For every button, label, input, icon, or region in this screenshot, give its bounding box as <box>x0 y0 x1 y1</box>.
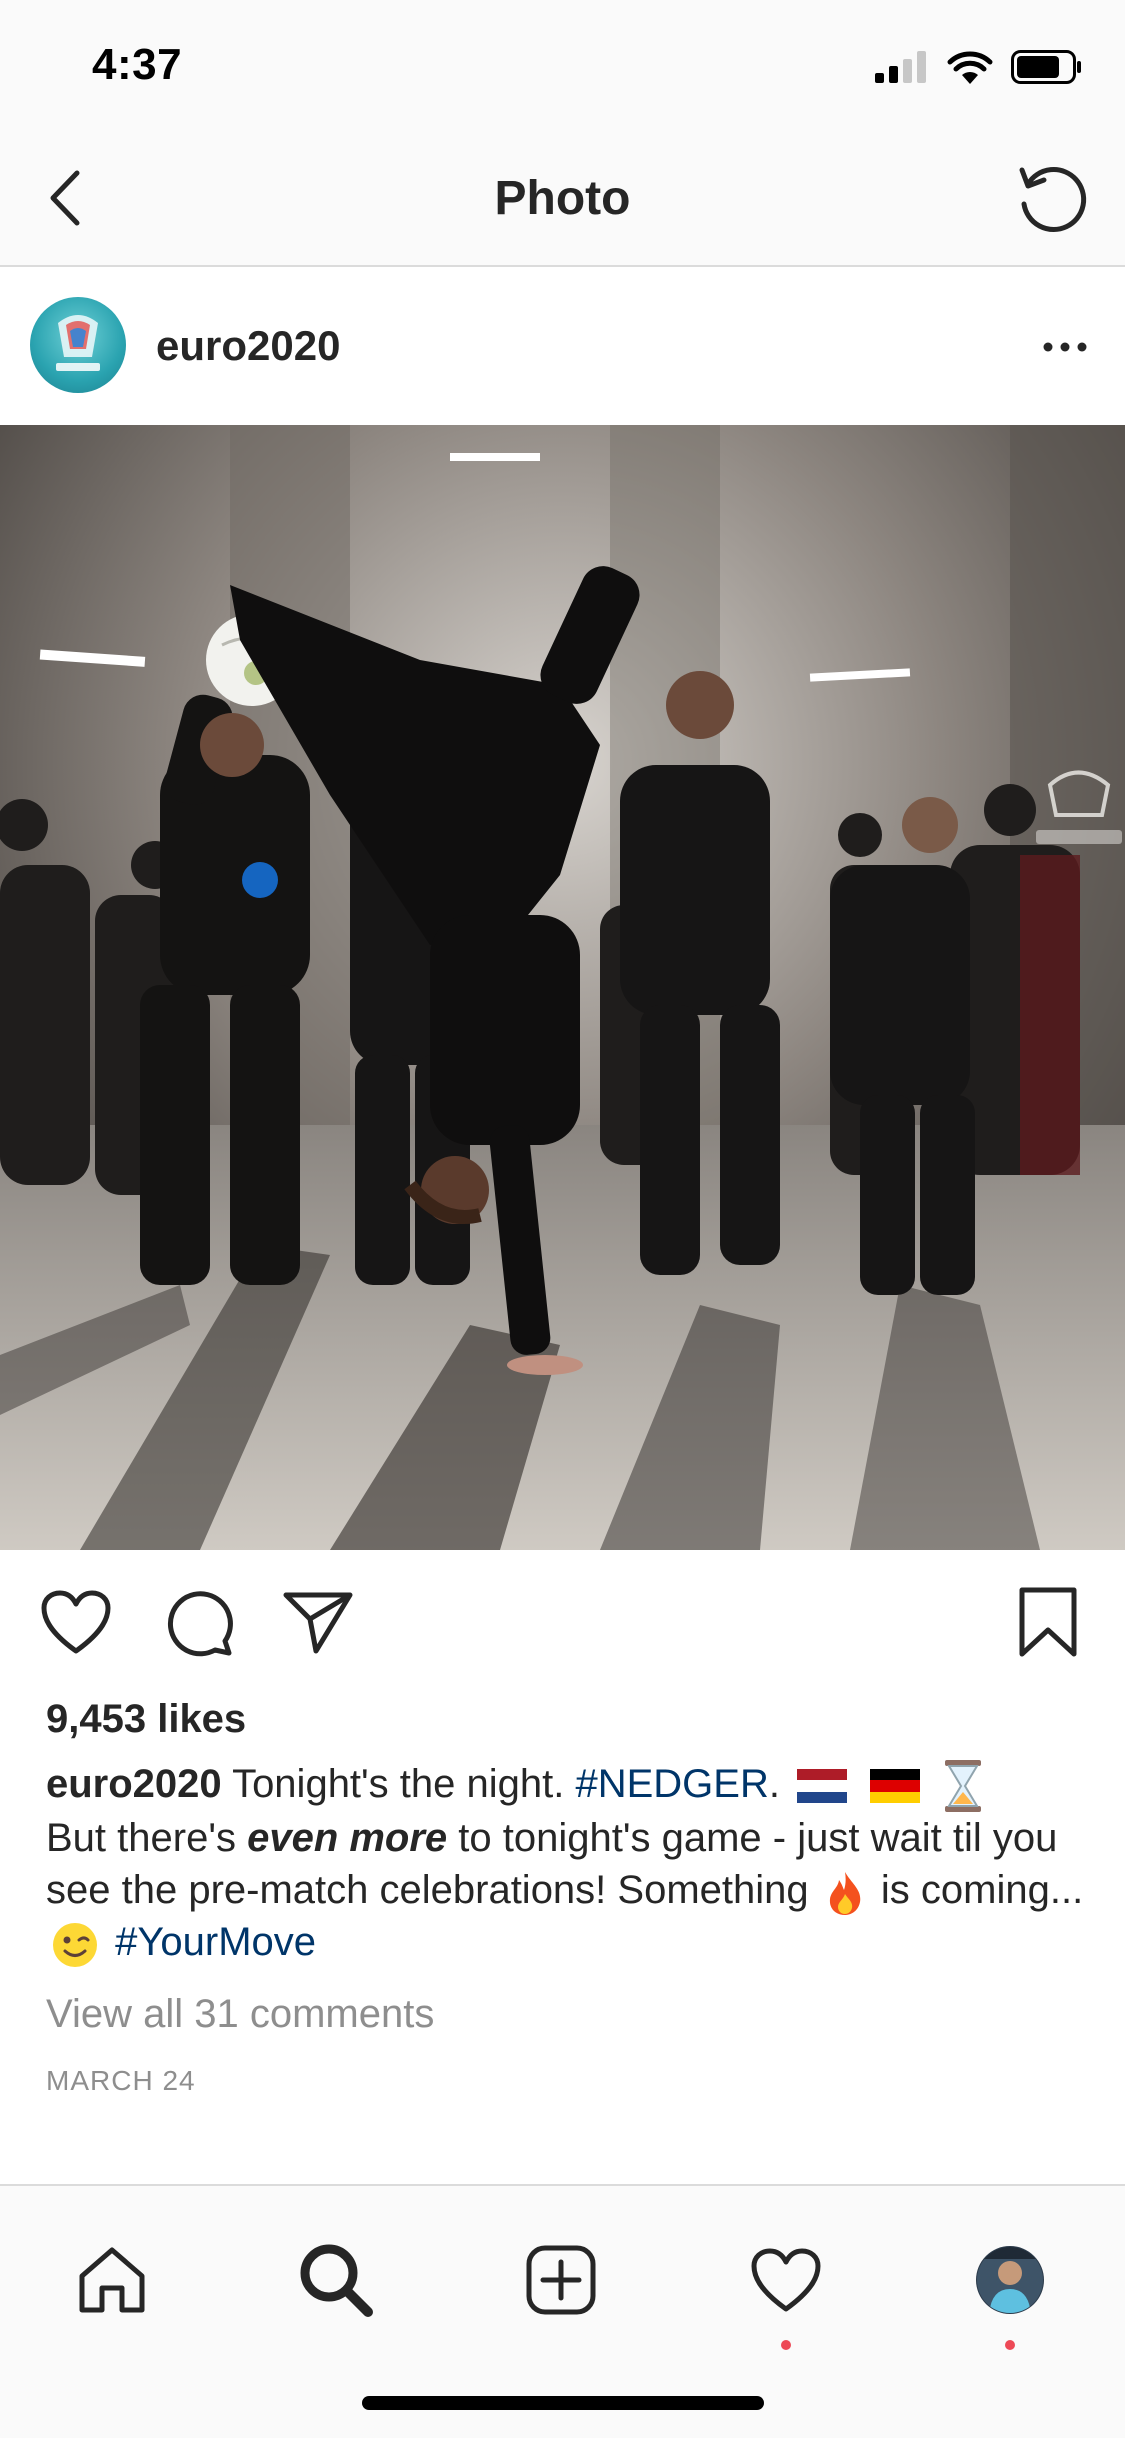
tab-home[interactable] <box>62 2230 162 2330</box>
back-button[interactable] <box>34 163 94 233</box>
home-icon <box>79 2247 145 2313</box>
wifi-icon <box>947 51 993 84</box>
post-actions <box>0 1550 1125 1700</box>
post-photo[interactable] <box>0 425 1125 1550</box>
profile-notification-dot <box>1005 2340 1015 2350</box>
caption-text: . <box>768 1762 780 1806</box>
home-indicator[interactable] <box>362 2396 764 2410</box>
more-horizontal-icon <box>1043 342 1087 352</box>
view-all-comments-link[interactable]: View all 31 comments <box>46 1992 434 2037</box>
share-button[interactable] <box>278 1582 358 1662</box>
page-title: Photo <box>494 172 631 225</box>
heart-icon <box>751 2248 821 2312</box>
like-count[interactable]: 9,453 likes <box>46 1697 246 1742</box>
tab-search[interactable] <box>286 2230 386 2330</box>
caption-username[interactable]: euro2020 <box>46 1762 222 1806</box>
tab-activity[interactable] <box>736 2230 836 2330</box>
post-username[interactable]: euro2020 <box>156 322 340 370</box>
caption-emphasis: even more <box>247 1816 448 1861</box>
refresh-button[interactable] <box>1009 157 1095 243</box>
caption-text: But there's <box>46 1816 248 1861</box>
fire-icon <box>829 1871 861 1915</box>
post-image <box>0 425 1125 1550</box>
activity-notification-dot <box>781 2340 791 2350</box>
hashtag-link[interactable]: #YourMove <box>115 1920 316 1964</box>
battery-icon <box>1011 50 1081 84</box>
winking-face-icon <box>53 1922 97 1967</box>
status-time: 4:37 <box>92 40 183 89</box>
post-date: MARCH 24 <box>46 2065 196 2096</box>
like-button[interactable] <box>36 1582 116 1662</box>
status-bar: 4:37 <box>0 0 1125 135</box>
comment-icon <box>167 1591 233 1657</box>
post-caption: euro2020 Tonight's the night. #NEDGER. B… <box>46 1758 1086 1968</box>
tab-profile[interactable] <box>960 2230 1060 2330</box>
search-icon <box>300 2244 373 2317</box>
germany-flag-icon <box>870 1769 921 1804</box>
heart-icon <box>41 1590 111 1654</box>
tab-new-post[interactable] <box>511 2230 611 2330</box>
hourglass-icon <box>945 1760 982 1813</box>
comment-button[interactable] <box>158 1582 238 1662</box>
caption-text: Tonight's the night. <box>221 1762 576 1806</box>
add-post-icon <box>526 2245 596 2315</box>
account-avatar[interactable] <box>30 297 126 393</box>
share-icon <box>283 1592 353 1654</box>
post-header: euro2020 <box>0 267 1125 425</box>
netherlands-flag-icon <box>797 1769 848 1804</box>
euro2020-logo-icon <box>56 315 100 371</box>
navigation-bar: Photo <box>0 135 1125 267</box>
more-options-button[interactable] <box>1035 317 1095 377</box>
bookmark-icon <box>1019 1587 1077 1657</box>
refresh-icon <box>1019 167 1087 232</box>
signal-icon <box>875 51 926 83</box>
save-button[interactable] <box>1008 1582 1088 1662</box>
caption-text: is coming... <box>880 1868 1084 1913</box>
status-icons <box>875 50 1083 84</box>
profile-avatar <box>976 2246 1044 2314</box>
chevron-left-icon <box>50 170 80 226</box>
hashtag-link[interactable]: #NEDGER <box>575 1762 768 1806</box>
